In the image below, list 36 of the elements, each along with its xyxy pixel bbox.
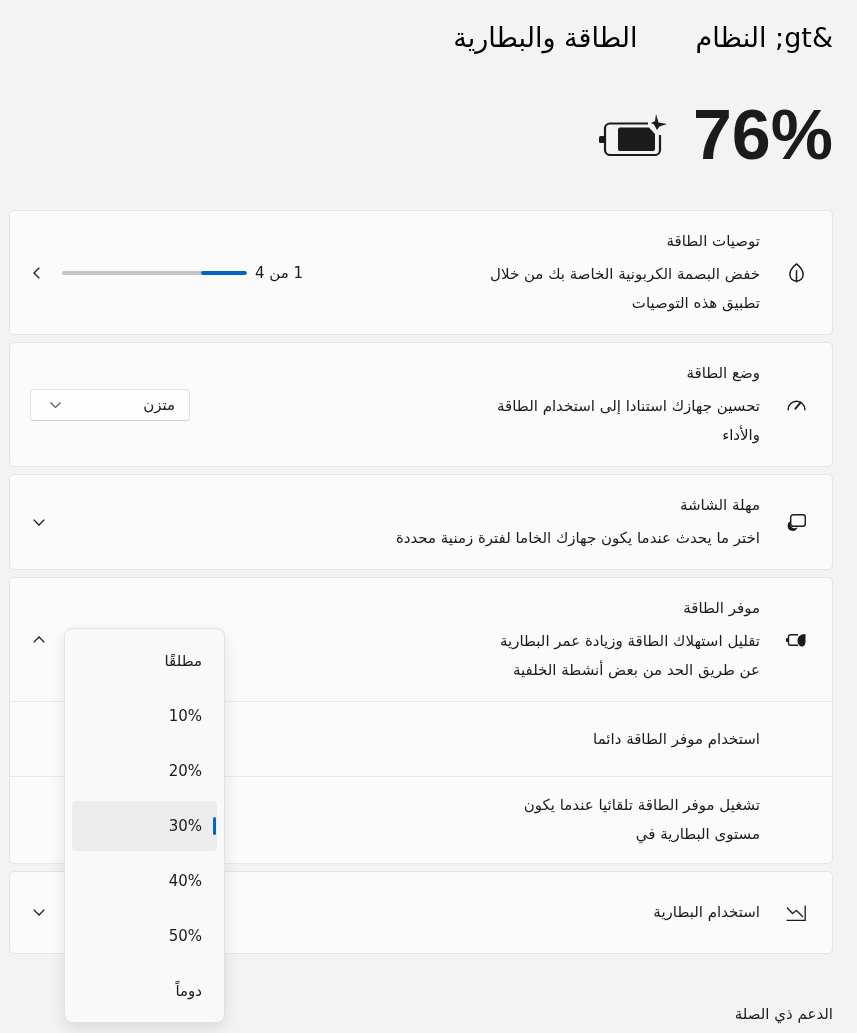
- card-title: استخدام البطارية: [653, 902, 760, 923]
- power-mode-dropdown[interactable]: متزن: [30, 388, 190, 421]
- chevron-down-icon[interactable]: [33, 909, 45, 916]
- card-title: مهلة الشاشة: [679, 495, 760, 516]
- gauge-icon: [786, 398, 806, 411]
- selection-indicator-icon: [213, 816, 216, 835]
- setting-label: استخدام موفر الطاقة دائما: [593, 728, 760, 750]
- page-title: الطاقة والبطارية: [453, 21, 638, 53]
- menu-item[interactable]: دوماً: [72, 965, 217, 1016]
- menu-item[interactable]: 30%: [72, 800, 217, 851]
- section-heading: الدعم ذي الصلة: [734, 1004, 833, 1026]
- breadcrumb-link[interactable]: &gt; النظام: [695, 21, 833, 53]
- menu-item[interactable]: مطلقًا: [72, 635, 217, 686]
- screen-moon-icon: [786, 513, 806, 531]
- menu-item[interactable]: 40%: [72, 855, 217, 906]
- page-counter: 1 من 4: [255, 263, 304, 282]
- menu-item[interactable]: 10%: [72, 690, 217, 741]
- chevron-down-icon[interactable]: [33, 518, 45, 526]
- chevron-down-icon: [50, 401, 61, 408]
- menu-item[interactable]: 50%: [72, 910, 217, 961]
- menu-item[interactable]: 20%: [72, 745, 217, 796]
- battery-percentage: 76%: [692, 100, 833, 170]
- card-title: موفر الطاقة: [683, 598, 760, 619]
- card-description: اختر ما يحدث عندما يكون جهازك الخاما لفترة زمنية محددة: [395, 528, 760, 549]
- card-title: وضع الطاقة: [686, 363, 760, 384]
- card-description: خفض البصمة الكربونية الخاصة بك من خلال تطبيق هذه التوصيات: [490, 264, 760, 314]
- setting-label: تشغيل موفر الطاقة تلقائيا عندما يكون مستوى البطارية في: [523, 795, 760, 846]
- card-description: تحسين جهازك استنادا إلى استخدام الطاقة والأداء: [497, 396, 760, 446]
- battery-leaf-icon: [786, 632, 806, 647]
- card-description: تقليل استهلاك الطاقة وزيادة عمر البطارية عن طريق الحد من بعض أنشطة الخلفية: [499, 631, 760, 681]
- battery-charging-icon: [598, 114, 667, 156]
- card-title: توصيات الطاقة: [666, 231, 760, 252]
- leaf-icon: [788, 262, 804, 283]
- chevron-left-icon[interactable]: [33, 266, 40, 279]
- chevron-up-icon[interactable]: [33, 636, 45, 643]
- line-chart-icon: [786, 904, 806, 921]
